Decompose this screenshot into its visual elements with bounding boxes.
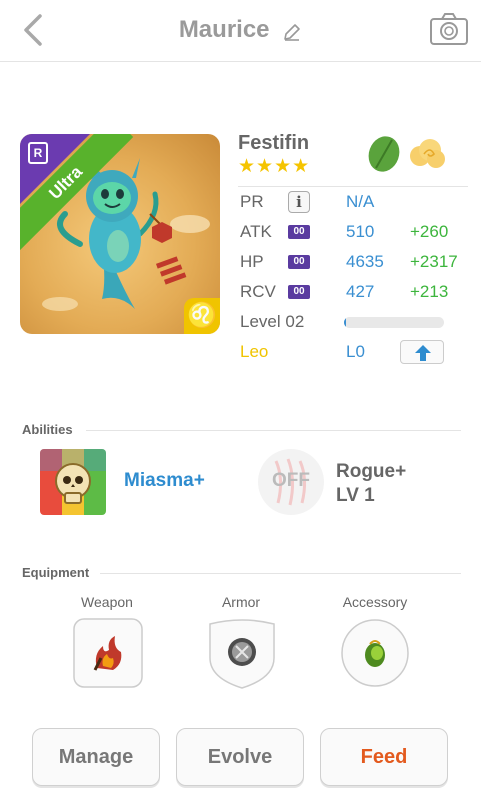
plus-badge: 00 [288, 255, 310, 269]
stat-bonus: +260 [410, 222, 449, 241]
armor-label: Armor [221, 594, 261, 610]
info-icon[interactable]: i [288, 191, 310, 213]
stat-bonus: +2317 [410, 252, 458, 271]
stat-value: N/A [346, 192, 375, 211]
divider [86, 430, 461, 431]
leader-skill-info: Rogue+ LV 1 [336, 460, 406, 508]
pencil-icon[interactable] [282, 21, 302, 41]
camera-icon [430, 13, 468, 45]
stat-row-rcv: RCV 00 427 +213 [238, 277, 468, 307]
armor-orb-icon [228, 638, 256, 666]
element-icons [364, 134, 448, 174]
accessory-label: Accessory [342, 594, 408, 610]
leaf-icon [368, 136, 400, 172]
stat-row-level: Level 02 [238, 307, 468, 337]
zodiac-level: L0 [346, 342, 365, 361]
stat-row-hp: HP 00 4635 +2317 [238, 247, 468, 277]
leader-skill-level: LV 1 [336, 485, 375, 506]
skull-icon [40, 449, 106, 515]
rarity-letter: R [28, 142, 48, 164]
stat-label: HP [240, 252, 264, 271]
divider [100, 573, 461, 574]
equipment-section-label: Equipment [22, 565, 90, 580]
top-nav-bar: Maurice [0, 0, 481, 62]
weapon-slot[interactable] [73, 618, 143, 688]
active-skill-icon[interactable] [40, 449, 106, 515]
evolve-button[interactable]: Evolve [176, 728, 304, 786]
monster-portrait[interactable]: R Ultra ♌ [20, 134, 220, 334]
stat-value: 4635 [346, 252, 384, 271]
camera-button[interactable] [429, 12, 469, 46]
stat-label: ATK [240, 222, 272, 241]
stat-row-sign: Leo L0 [238, 337, 468, 367]
stat-label: RCV [240, 282, 276, 301]
zodiac-label: Leo [240, 342, 269, 361]
active-skill-name[interactable]: Miasma+ [124, 470, 205, 492]
stat-value: 510 [346, 222, 375, 241]
leader-skill-status: OFF [272, 470, 310, 491]
stat-label: PR [240, 192, 264, 211]
armor-slot[interactable] [206, 618, 278, 689]
monster-species-name: Festifin [238, 132, 310, 154]
stat-value: 427 [346, 282, 375, 301]
exp-progress-fill [344, 317, 346, 328]
star-rating: ★★★★ [238, 156, 311, 177]
stat-row-pr: PR i N/A [238, 187, 468, 217]
feed-button[interactable]: Feed [320, 728, 448, 786]
monster-nickname[interactable]: Maurice [179, 16, 270, 44]
leader-skill-name: Rogue+ [336, 461, 407, 482]
abilities-section-label: Abilities [22, 422, 73, 437]
stat-row-atk: ATK 00 510 +260 [238, 217, 468, 247]
level-label: Level 02 [240, 312, 305, 331]
upgrade-button[interactable] [400, 340, 444, 364]
arrow-up-icon [415, 345, 431, 361]
cloud-icon [410, 139, 445, 168]
page-title: Maurice [0, 16, 481, 44]
stat-bonus: +213 [410, 282, 449, 301]
plus-badge: 00 [288, 225, 310, 239]
plus-badge: 00 [288, 285, 310, 299]
leo-icon: ♌ [184, 298, 220, 334]
weapon-label: Weapon [81, 594, 133, 610]
manage-button[interactable]: Manage [32, 728, 160, 786]
stats-panel: PR i N/A ATK 00 510 +260 HP 00 4635 +231… [238, 186, 468, 367]
accessory-slot[interactable] [340, 618, 410, 688]
exp-progress-bar [344, 317, 444, 328]
